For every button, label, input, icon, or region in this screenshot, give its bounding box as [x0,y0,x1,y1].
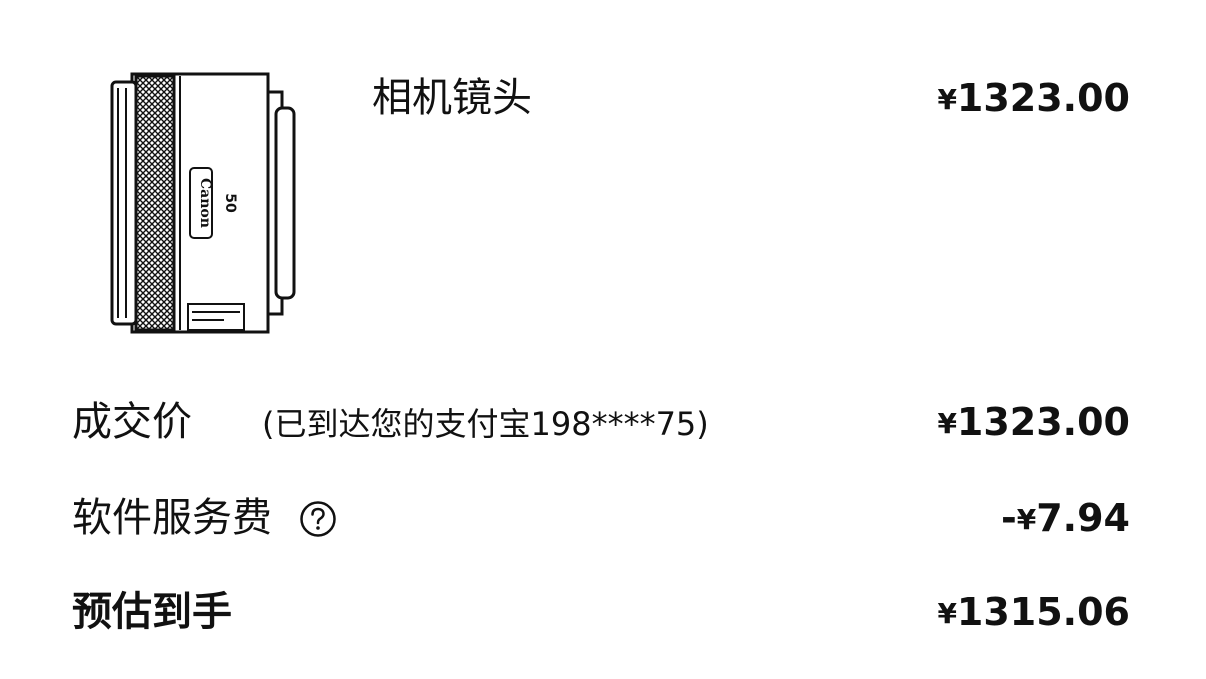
service-fee-label: 软件服务费 [72,495,272,541]
deal-price-amount: 1323.00 [956,400,1130,444]
alipay-account-note: (已到达您的支付宝198****75) [262,405,709,443]
question-circle-icon[interactable] [299,500,337,538]
estimated-income-label: 预估到手 [72,589,232,635]
product-price: ¥1323.00 [937,74,1130,124]
negative-sign: - [1000,496,1017,540]
product-title: 相机镜头 [372,75,532,121]
currency-symbol: ¥ [937,407,957,440]
deal-price-label: 成交价 [72,399,192,445]
currency-symbol: ¥ [1016,503,1037,536]
product-price-amount: 1323.00 [956,76,1130,120]
currency-symbol: ¥ [937,83,957,116]
service-fee-value: -¥7.94 [1001,494,1130,544]
estimated-income-amount: 1315.06 [956,590,1130,634]
canon-lens-image: Canon 50 [110,72,296,334]
currency-symbol: ¥ [937,597,957,630]
lens-brand-text: Canon [197,178,213,228]
lens-focal-text: 50 [222,193,238,213]
deal-price-value: ¥1323.00 [937,398,1130,448]
service-fee-amount: 7.94 [1036,496,1130,540]
estimated-income-value: ¥1315.06 [937,588,1130,638]
